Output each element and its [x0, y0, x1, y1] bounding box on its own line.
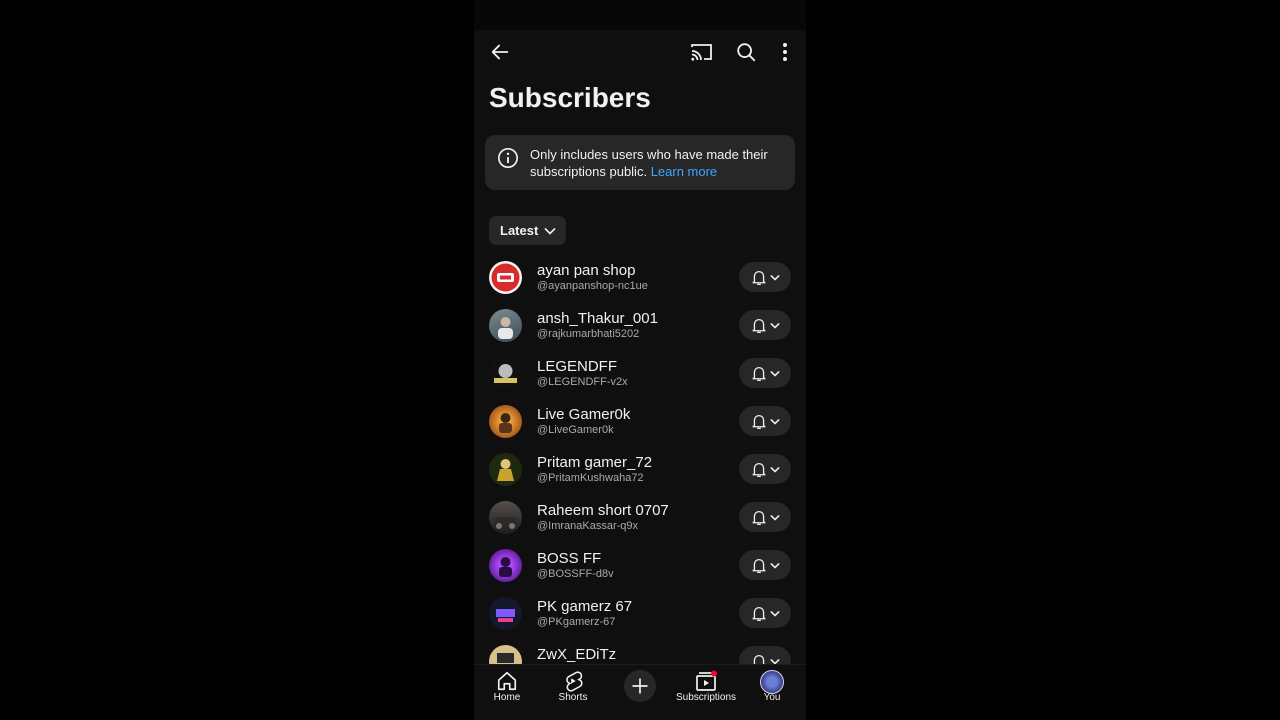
- notification-settings-button[interactable]: [739, 406, 791, 436]
- bell-icon: [753, 654, 764, 664]
- search-button[interactable]: [734, 40, 758, 64]
- chevron-down-icon: [769, 274, 780, 281]
- subscriber-name[interactable]: Live Gamer0k: [537, 406, 630, 423]
- plus-icon: [632, 678, 648, 694]
- learn-more-link[interactable]: Learn more: [651, 164, 717, 179]
- subscriber-handle: @rajkumarbhati5202: [537, 328, 640, 340]
- subscriber-row[interactable]: ayan pan shop @ayanpanshop-nc1ue: [474, 254, 806, 302]
- notification-settings-button[interactable]: [739, 646, 791, 664]
- bottom-navigation: Home Shorts Subscriptions You: [474, 664, 806, 720]
- sort-dropdown[interactable]: Latest: [489, 216, 567, 245]
- avatar[interactable]: [489, 309, 522, 342]
- chevron-down-icon: [769, 466, 780, 473]
- home-icon: [497, 671, 517, 691]
- shorts-icon: [566, 671, 583, 692]
- subscriber-name[interactable]: Pritam gamer_72: [537, 454, 652, 471]
- page-title: Subscribers: [489, 82, 651, 113]
- cast-icon: [691, 44, 712, 61]
- subscriber-row[interactable]: Raheem short 0707 @ImranaKassar-q9x: [474, 494, 806, 542]
- subscriber-handle: @LiveGamer0k: [537, 424, 614, 436]
- notification-settings-button[interactable]: [739, 550, 791, 580]
- notification-settings-button[interactable]: [739, 454, 791, 484]
- avatar[interactable]: [489, 453, 522, 486]
- bell-icon: [751, 270, 766, 285]
- info-icon: [497, 147, 519, 174]
- subscriber-name[interactable]: PK gamerz 67: [537, 598, 632, 615]
- nav-you[interactable]: You: [739, 665, 805, 720]
- info-notice: Only includes users who have made their …: [485, 135, 795, 190]
- subscriber-row[interactable]: ansh_Thakur_001 @rajkumarbhati5202: [474, 302, 806, 350]
- subscriber-handle: @LEGENDFF-v2x: [537, 376, 628, 388]
- chevron-down-icon: [769, 370, 780, 377]
- bell-icon: [751, 414, 766, 429]
- chevron-down-icon: [769, 514, 780, 521]
- subscriber-row[interactable]: BOSS FF @BOSSFF-d8v: [474, 542, 806, 590]
- avatar[interactable]: [489, 597, 522, 630]
- avatar[interactable]: [489, 357, 522, 390]
- nav-shorts-label: Shorts: [558, 692, 588, 703]
- subscriber-handle: @ayanpanshop-nc1ue: [537, 280, 648, 292]
- notification-settings-button[interactable]: [739, 358, 791, 388]
- subscriber-handle: @PKgamerz-67: [537, 616, 616, 628]
- bell-icon: [751, 366, 766, 381]
- subscriber-name[interactable]: ansh_Thakur_001: [537, 310, 658, 327]
- subscriber-name[interactable]: ZwX_EDiTz: [537, 646, 616, 663]
- status-bar: [474, 0, 806, 30]
- subscriber-handle: @BOSSFF-d8v: [537, 568, 614, 580]
- chevron-down-icon: [769, 610, 780, 617]
- chevron-down-icon: [769, 322, 780, 329]
- more-vertical-icon: [783, 43, 787, 61]
- subscriber-row[interactable]: LEGENDFF @LEGENDFF-v2x: [474, 350, 806, 398]
- avatar[interactable]: [489, 261, 522, 294]
- sort-label: Latest: [500, 223, 539, 238]
- bell-icon: [751, 606, 766, 621]
- subscriber-row[interactable]: ZwX_EDiTz: [474, 638, 806, 664]
- subscriber-row[interactable]: PK gamerz 67 @PKgamerz-67: [474, 590, 806, 638]
- avatar[interactable]: [489, 645, 522, 664]
- avatar[interactable]: [489, 549, 522, 582]
- notification-dot: [711, 670, 717, 677]
- chevron-down-icon: [769, 418, 780, 425]
- notification-settings-button[interactable]: [739, 262, 791, 292]
- bell-icon: [751, 318, 766, 333]
- subscriber-name[interactable]: LEGENDFF: [537, 358, 617, 375]
- notice-text-block: Only includes users who have made their …: [530, 146, 780, 180]
- back-arrow-icon: [491, 44, 509, 60]
- nav-you-label: You: [763, 692, 781, 703]
- create-button[interactable]: [624, 670, 656, 702]
- cast-button[interactable]: [690, 40, 714, 64]
- back-button[interactable]: [488, 40, 512, 64]
- subscriber-handle: @PritamKushwaha72: [537, 472, 644, 484]
- profile-avatar: [760, 670, 784, 694]
- subscriptions-icon: [696, 670, 717, 691]
- chevron-down-icon: [769, 562, 780, 569]
- subscriber-list: ayan pan shop @ayanpanshop-nc1ue ansh_Th…: [474, 254, 806, 664]
- notification-settings-button[interactable]: [739, 310, 791, 340]
- avatar[interactable]: [489, 405, 522, 438]
- bell-icon: [751, 510, 766, 525]
- avatar[interactable]: [489, 501, 522, 534]
- subscriber-name[interactable]: Raheem short 0707: [537, 502, 669, 519]
- bell-icon: [751, 558, 766, 573]
- top-app-bar: [474, 30, 806, 74]
- nav-shorts[interactable]: Shorts: [540, 665, 606, 720]
- notice-text: Only includes users who have made their …: [530, 147, 768, 179]
- subscriber-name[interactable]: BOSS FF: [537, 550, 601, 567]
- subscriber-handle: @ImranaKassar-q9x: [537, 520, 639, 532]
- chevron-down-icon: [544, 227, 556, 235]
- more-options-button[interactable]: [774, 40, 796, 64]
- notification-settings-button[interactable]: [739, 598, 791, 628]
- subscriber-row[interactable]: Live Gamer0k @LiveGamer0k: [474, 398, 806, 446]
- phone-screen: Subscribers Only includes users who have…: [474, 0, 806, 720]
- notification-settings-button[interactable]: [739, 502, 791, 532]
- subscriber-row[interactable]: Pritam gamer_72 @PritamKushwaha72: [474, 446, 806, 494]
- subscriber-name[interactable]: ayan pan shop: [537, 262, 635, 279]
- bell-icon: [751, 462, 766, 477]
- search-icon: [737, 43, 756, 62]
